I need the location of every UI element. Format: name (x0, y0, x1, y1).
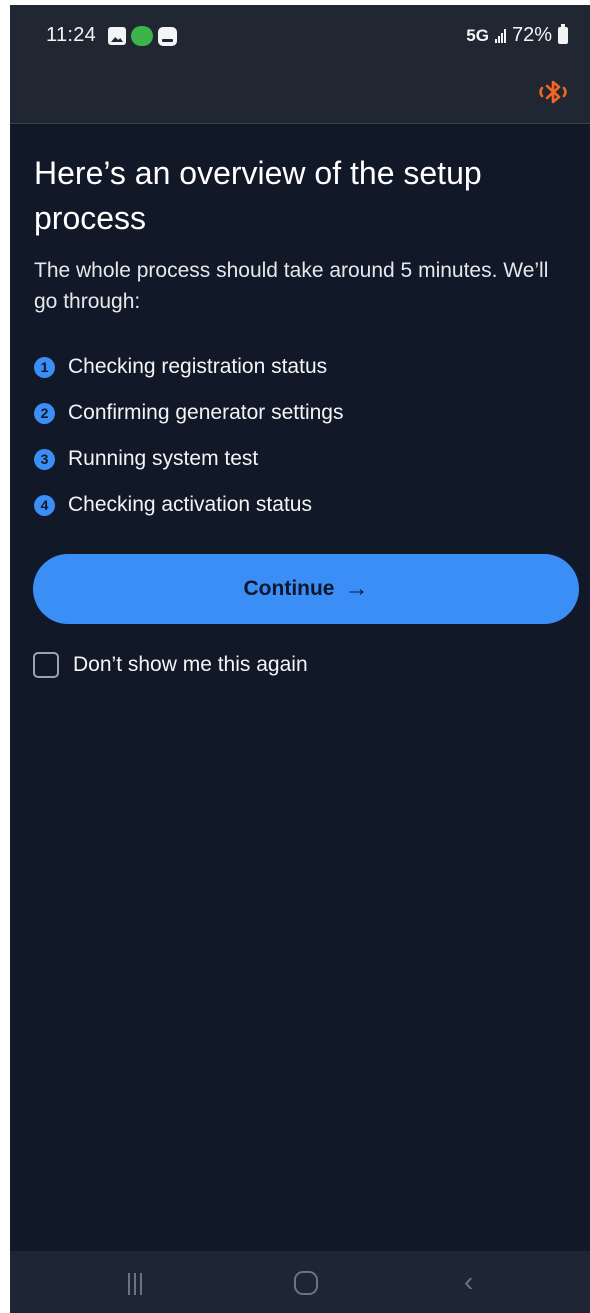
bluetooth-icon[interactable] (536, 77, 570, 107)
list-item: 4 Checking activation status (34, 482, 343, 528)
page-subtitle: The whole process should take around 5 m… (34, 259, 549, 313)
network-type: 5G (466, 25, 489, 45)
status-right: 5G 72% (466, 24, 568, 47)
gallery-icon (108, 27, 126, 45)
home-icon[interactable] (294, 1271, 318, 1295)
dont-show-again-option[interactable]: Don’t show me this again (33, 652, 308, 678)
status-time: 11:24 (46, 24, 97, 46)
phone-screen: 11:24 5G 72% Here’s an overview of the s… (10, 5, 590, 1313)
app-notification-icon (131, 26, 153, 46)
continue-label: Continue (243, 577, 335, 600)
page-title: Here’s an overview of the setup process (34, 155, 482, 236)
top-bar: 11:24 5G 72% (10, 5, 590, 124)
recent-apps-icon[interactable] (128, 1273, 142, 1295)
battery-percent: 72% (511, 24, 552, 46)
signal-icon (494, 28, 506, 43)
message-icon (158, 26, 177, 46)
continue-button[interactable]: Continue → (33, 554, 579, 624)
system-nav-bar: ‹ (10, 1251, 590, 1313)
arrow-right-icon: → (344, 575, 369, 602)
steps-list: 1 Checking registration status 2 Confirm… (34, 344, 343, 528)
list-item: 2 Confirming generator settings (34, 390, 343, 436)
step-number-badge: 1 (34, 356, 55, 378)
battery-icon (558, 24, 568, 44)
list-item: 3 Running system test (34, 436, 343, 482)
step-label: Confirming generator settings (68, 401, 344, 424)
step-number-badge: 3 (34, 448, 55, 470)
step-label: Checking activation status (68, 493, 312, 516)
dont-show-again-label: Don’t show me this again (73, 653, 308, 676)
step-number-badge: 4 (34, 494, 55, 516)
step-number-badge: 2 (34, 402, 55, 424)
step-label: Running system test (68, 447, 259, 470)
dont-show-again-checkbox[interactable] (33, 652, 59, 678)
list-item: 1 Checking registration status (34, 344, 343, 390)
back-icon[interactable]: ‹ (464, 1268, 473, 1296)
notification-icons (108, 26, 177, 46)
step-label: Checking registration status (68, 355, 328, 378)
